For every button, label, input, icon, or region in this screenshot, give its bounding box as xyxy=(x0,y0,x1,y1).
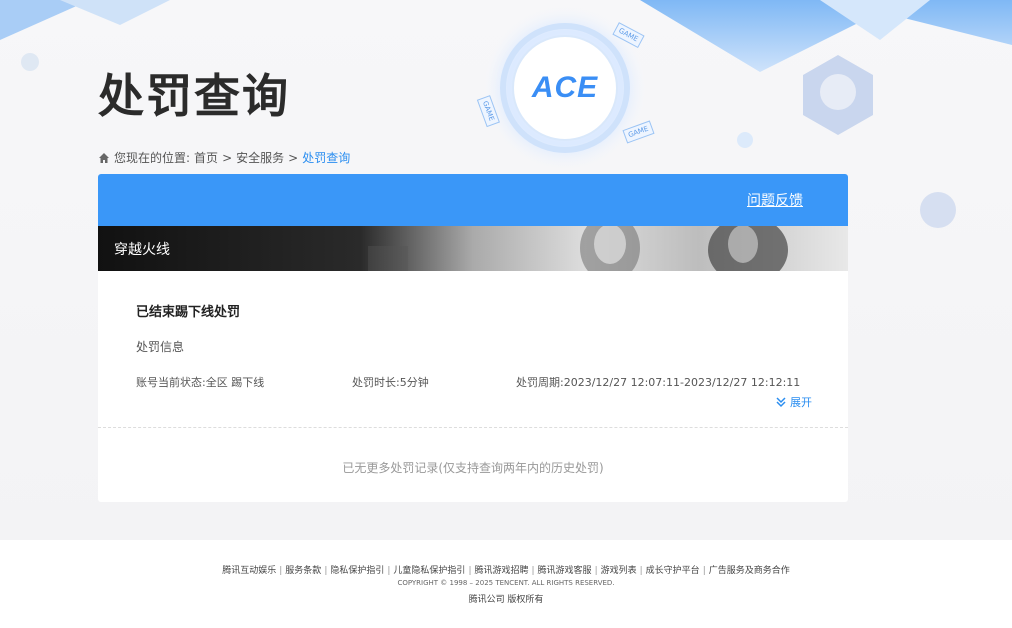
punishment-duration: 处罚时长:5分钟 xyxy=(352,376,429,389)
panel-header: 问题反馈 xyxy=(98,174,848,226)
ace-logo: ACE xyxy=(524,70,606,106)
footer-link[interactable]: 服务条款 xyxy=(285,566,321,576)
top-right-shape xyxy=(640,0,1012,72)
breadcrumb-home[interactable]: 首页 xyxy=(194,149,218,166)
expand-label: 展开 xyxy=(790,396,812,409)
game-name: 穿越火线 xyxy=(114,242,170,258)
footer-link[interactable]: 游戏列表 xyxy=(601,566,637,576)
rights-text: 腾讯公司 版权所有 xyxy=(468,595,544,605)
home-icon xyxy=(99,152,109,163)
page-title: 处罚查询 xyxy=(98,69,290,123)
expand-button[interactable]: 展开 xyxy=(775,394,812,410)
footer-link[interactable]: 儿童隐私保护指引 xyxy=(393,566,465,576)
footer-link[interactable]: 成长守护平台 xyxy=(646,566,700,576)
breadcrumb-section[interactable]: 安全服务 xyxy=(236,149,284,166)
breadcrumb-separator: > xyxy=(222,150,233,165)
copyright-text: COPYRIGHT © 1998 – 2025 TENCENT. ALL RIG… xyxy=(397,579,615,587)
dashed-divider xyxy=(98,427,848,428)
no-more-records: 已无更多处罚记录(仅支持查询两年内的历史处罚) xyxy=(342,461,604,475)
footer-link[interactable]: 广告服务及商务合作 xyxy=(709,566,790,576)
breadcrumb-current: 处罚查询 xyxy=(302,151,351,165)
breadcrumb-prefix: 您现在的位置: xyxy=(114,151,191,165)
record-subtitle: 处罚信息 xyxy=(136,340,185,354)
breadcrumb-separator: > xyxy=(288,150,299,165)
record-title: 已结束踢下线处罚 xyxy=(136,305,241,320)
banner-artwork xyxy=(368,226,788,271)
ace-logo-text: ACE xyxy=(531,71,599,104)
footer-link[interactable]: 隐私保护指引 xyxy=(330,566,384,576)
account-status: 账号当前状态:全区 踢下线 xyxy=(136,376,265,389)
character-avatar-small xyxy=(920,192,956,228)
breadcrumb: 您现在的位置: 首页 > 安全服务 > 处罚查询 xyxy=(98,149,350,166)
footer-link[interactable]: 腾讯游戏招聘 xyxy=(474,566,528,576)
double-chevron-down-icon xyxy=(776,397,786,408)
footer-links: 腾讯互动娱乐 | 服务条款 | 隐私保护指引 | 儿童隐私保护指引 | 腾讯游戏招聘 | 腾讯游戏客… xyxy=(222,566,790,576)
game-banner: 穿越火线 xyxy=(98,226,848,271)
footer: 腾讯互动娱乐 | 服务条款 | 隐私保护指引 | 儿童隐私保护指引 | 腾讯游戏招聘 | 腾讯游戏客… xyxy=(0,540,1012,628)
punishment-period: 处罚周期:2023/12/27 12:07:11-2023/12/27 12:1… xyxy=(516,376,801,389)
footer-link[interactable]: 腾讯游戏客服 xyxy=(538,566,592,576)
punishment-record: 已结束踢下线处罚 处罚信息 账号当前状态:全区 踢下线 处罚时长:5分钟 处罚周… xyxy=(98,271,848,428)
punishment-panel: 问题反馈 穿越火线 已结束踢下线处罚 处罚信息 账号当前状态:全区 踢下线 处罚… xyxy=(98,174,848,502)
footer-link[interactable]: 腾讯互动娱乐 xyxy=(222,566,276,576)
feedback-link[interactable]: 问题反馈 xyxy=(747,190,803,210)
